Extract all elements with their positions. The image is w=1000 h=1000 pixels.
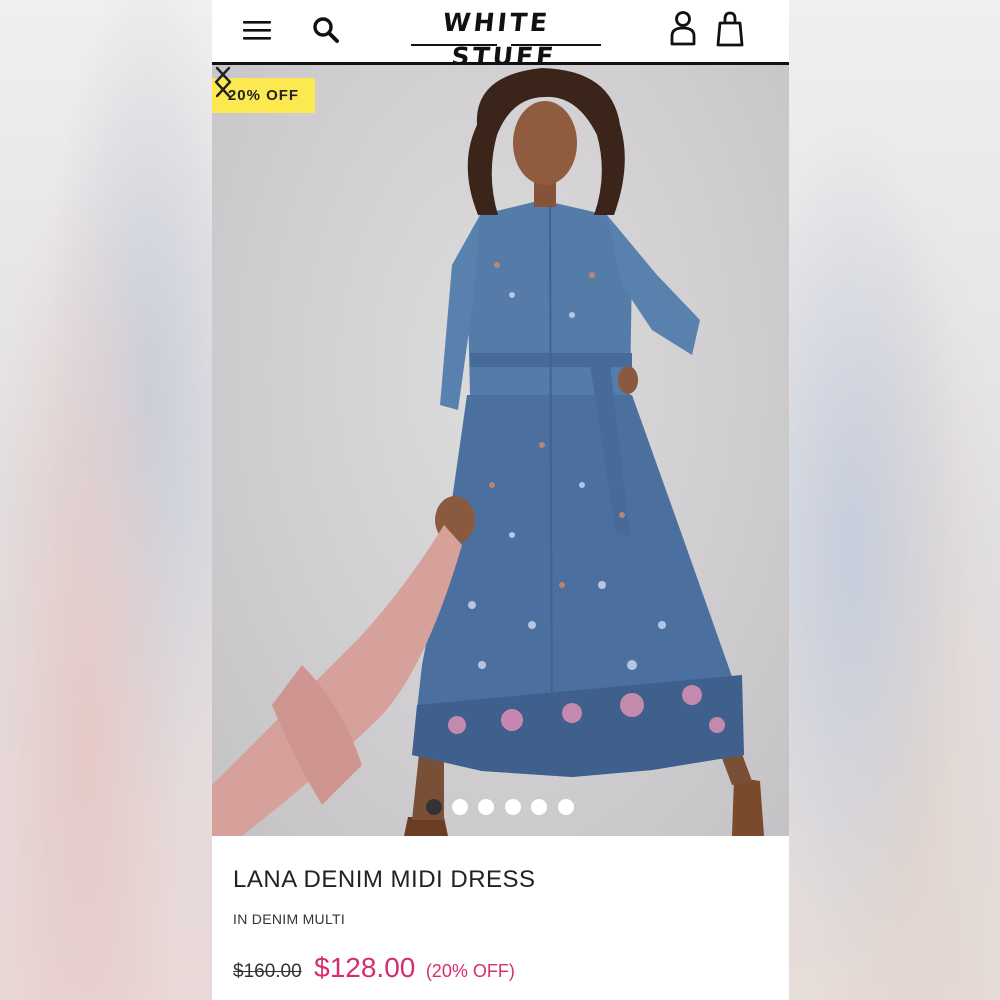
brand-logo[interactable]: WHITE STUFF: [407, 6, 607, 71]
carousel-dot[interactable]: [426, 799, 442, 815]
product-variant: IN DENIM MULTI: [233, 911, 346, 927]
sale-price: $128.00: [314, 952, 416, 983]
carousel-pagination: [426, 799, 576, 815]
logo-underline: [410, 44, 498, 46]
site-header: WHITE STUFF: [212, 0, 789, 71]
bag-icon[interactable]: [716, 11, 744, 47]
carousel-dot[interactable]: [478, 799, 494, 815]
blurred-background-right: [788, 0, 1000, 1000]
search-icon[interactable]: [312, 15, 340, 45]
discount-label: (20% OFF): [425, 961, 515, 981]
carousel-dot[interactable]: [558, 799, 574, 815]
product-title: LANA DENIM MIDI DRESS: [233, 866, 536, 893]
original-price: $160.00: [233, 961, 302, 982]
carousel-dot[interactable]: [531, 799, 547, 815]
carousel-dot[interactable]: [505, 799, 521, 815]
price-row: $160.00 $128.00 (20% OFF): [233, 952, 515, 984]
chevron-right-icon[interactable]: [212, 65, 234, 99]
blurred-background-left: [0, 0, 212, 1000]
product-image-gallery[interactable]: 20% OFF: [212, 65, 789, 836]
menu-icon[interactable]: [242, 18, 272, 42]
logo-underline: [510, 44, 602, 46]
account-icon[interactable]: [669, 10, 697, 46]
brand-word-white: WHITE: [441, 8, 552, 37]
model-photo: [212, 68, 764, 836]
carousel-dot[interactable]: [452, 799, 468, 815]
product-page: WHITE STUFF 20% OFF LANA DENIM MIDI DRES…: [212, 0, 789, 1000]
